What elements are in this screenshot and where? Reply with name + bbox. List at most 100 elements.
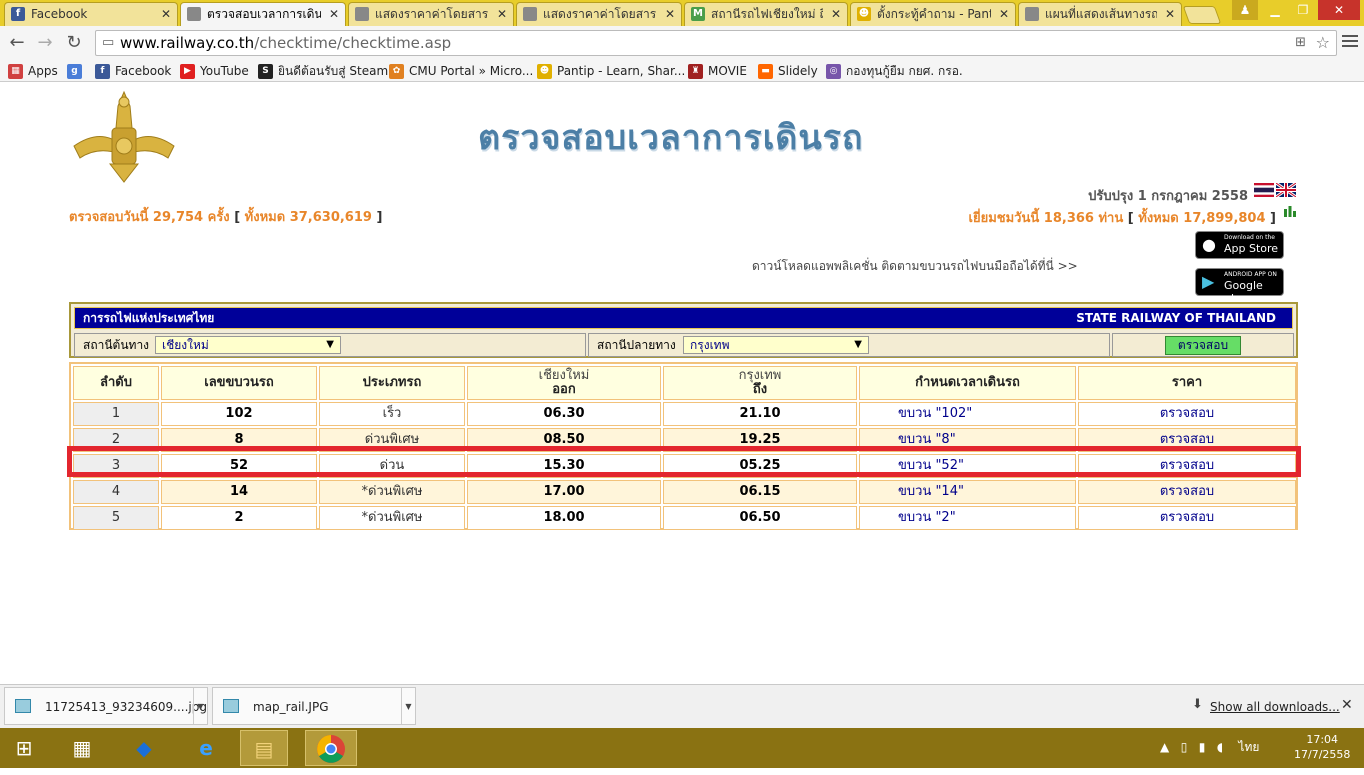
table-row: 5 2 *ด่วนพิเศษ 18.00 06.50 ขบวน "2" ตรวจสอบ (73, 506, 1296, 530)
download-filename: 11725413_93234609....jpg (45, 700, 207, 714)
browser-tab-strip: fFacebook✕ตรวจสอบเวลาการเดินรถ✕แสดงราคาค… (0, 0, 1364, 27)
chrome-icon[interactable] (305, 730, 357, 766)
close-icon[interactable]: ✕ (831, 3, 841, 25)
chevron-down-icon[interactable]: ▼ (401, 688, 415, 724)
arrive-heading: ถึง (752, 382, 768, 397)
bookmark-item[interactable]: ▦ Apps (8, 62, 58, 80)
header-english: STATE RAILWAY OF THAILAND (1076, 311, 1276, 325)
origin-select[interactable]: เชียงใหม่ ▼ (155, 336, 341, 354)
cell-timetable[interactable]: ขบวน "2" (859, 506, 1076, 530)
forward-icon[interactable]: → (34, 32, 56, 54)
windows-start-icon[interactable]: ⊞ (0, 730, 48, 766)
bookmark-item[interactable]: ▶ YouTube (180, 62, 249, 80)
volume-icon[interactable]: ◖ (1217, 740, 1223, 754)
cell-no: 4 (73, 480, 159, 504)
table-header-row: ลำดับ เลขขบวนรถ ประเภทรถ เชียงใหม่ ออก ก… (73, 366, 1296, 400)
destination-value: กรุงเทพ (690, 338, 730, 352)
google-play-badge[interactable]: ▶ ANDROID APP ON Google play (1195, 268, 1284, 305)
tab-2[interactable]: ตรวจสอบเวลาการเดินรถ ✕ (180, 2, 346, 27)
maximize-button[interactable]: ❐ (1290, 0, 1316, 20)
bracket-close: ] (376, 210, 383, 225)
input-language[interactable]: ไทย (1238, 740, 1259, 754)
close-icon[interactable]: ✕ (497, 3, 507, 25)
new-tab-button[interactable] (1182, 6, 1222, 24)
clock-time: 17:04 (1306, 733, 1339, 746)
uk-flag-icon[interactable] (1276, 183, 1296, 197)
tab-7[interactable]: แผนที่แสดงเส้นทางรถไฟ ✕ (1018, 2, 1182, 26)
tab-3[interactable]: แสดงราคาค่าโดยสาร -- ✕ (348, 2, 514, 26)
close-icon[interactable]: ✕ (665, 3, 675, 25)
url-path: /checktime/checktime.asp (254, 34, 452, 52)
chrome-menu-icon[interactable] (1342, 32, 1358, 50)
facebook-icon: f (95, 64, 110, 79)
bookmark-item[interactable]: ☻ Pantip - Learn, Shar... (537, 62, 685, 80)
close-icon[interactable]: ✕ (999, 3, 1009, 25)
battery-icon[interactable]: ▯ (1181, 740, 1188, 754)
thai-flag-icon[interactable] (1254, 183, 1274, 197)
check-button[interactable]: ตรวจสอบ (1165, 336, 1241, 355)
bookmark-star-icon[interactable]: ☆ (1316, 31, 1330, 55)
close-icon[interactable]: ✕ (329, 3, 339, 25)
cell-price[interactable]: ตรวจสอบ (1078, 506, 1296, 530)
reload-icon[interactable]: ↻ (63, 32, 85, 54)
google-icon: g (67, 64, 82, 79)
bookmark-item[interactable]: ◎ กองทุนกู้ยืม กยศ. กรอ. (826, 62, 963, 80)
col-price: ราคา (1078, 366, 1296, 400)
close-icon[interactable]: ✕ (1165, 3, 1175, 25)
cell-type: เร็ว (319, 402, 465, 426)
bracket-open: [ (234, 210, 241, 225)
schedule-search-form: การรถไฟแห่งประเทศไทย STATE RAILWAY OF TH… (69, 302, 1298, 358)
tab-1[interactable]: f Facebook ✕ (4, 2, 178, 26)
bookmark-item[interactable]: S ยินดีต้อนรับสู่ Steam (258, 62, 388, 80)
cell-type: *ด่วนพิเศษ (319, 480, 465, 504)
address-bar[interactable]: ▭ www.railway.co.th/checktime/checktime.… (95, 30, 1337, 56)
cell-price[interactable]: ตรวจสอบ (1078, 402, 1296, 426)
stats-chart-icon[interactable] (1283, 204, 1297, 218)
tray-arrow-icon[interactable]: ▲ (1160, 740, 1169, 754)
tab-4[interactable]: แสดงราคาค่าโดยสาร -- ✕ (516, 2, 682, 26)
system-tray: ▲ ▯ ▮ ◖ ไทย (1160, 738, 1259, 757)
bookmark-item[interactable]: f Facebook (95, 62, 171, 80)
page-info-icon: ▭ (102, 35, 115, 50)
bookmark-item[interactable]: ♜ MOVIE (688, 62, 747, 80)
col-type: ประเภทรถ (319, 366, 465, 400)
cell-depart: 06.30 (467, 402, 661, 426)
bookmark-label: YouTube (200, 64, 249, 78)
close-window-button[interactable]: ✕ (1318, 0, 1360, 20)
cell-price[interactable]: ตรวจสอบ (1078, 480, 1296, 504)
cell-arrive: 21.10 (663, 402, 857, 426)
back-icon[interactable]: ← (6, 32, 28, 54)
translate-icon[interactable]: ⊞ (1295, 31, 1306, 55)
store-tiles-icon[interactable]: ▦ (58, 730, 106, 766)
download-item[interactable]: map_rail.JPG ▼ (212, 687, 416, 725)
bookmark-item[interactable]: ✿ CMU Portal » Micro... (389, 62, 533, 80)
signal-icon[interactable]: ▮ (1199, 740, 1206, 754)
bookmark-item[interactable]: ▬ Slidely (758, 62, 818, 80)
dropbox-icon[interactable]: ◆ (120, 730, 168, 766)
cell-timetable[interactable]: ขบวน "102" (859, 402, 1076, 426)
show-all-downloads-link[interactable]: Show all downloads... (1210, 700, 1340, 714)
bracket-close: ] (1270, 211, 1276, 226)
internet-explorer-icon[interactable]: e (182, 730, 230, 766)
cell-timetable[interactable]: ขบวน "14" (859, 480, 1076, 504)
close-icon[interactable]: ✕ (161, 3, 171, 25)
cell-train: 102 (161, 402, 317, 426)
download-app-text[interactable]: ดาวน์โหลดแอพพลิเคชั่น ติดตามขบวนรถไฟบนมื… (752, 257, 1078, 276)
profile-icon[interactable]: ♟ (1232, 0, 1258, 20)
language-flags (1254, 183, 1298, 197)
download-item[interactable]: 11725413_93234609....jpg ▼ (4, 687, 208, 725)
table-row: 1 102 เร็ว 06.30 21.10 ขบวน "102" ตรวจสอบ (73, 402, 1296, 426)
app-store-badge[interactable]: ● Download on the App Store (1195, 231, 1284, 259)
chevron-down-icon[interactable]: ▼ (193, 688, 207, 724)
system-clock[interactable]: 17:04 17/7/2558 (1294, 732, 1350, 762)
tab-5[interactable]: M สถานีรถไฟเชียงใหม่ ถึง ที่ ✕ (684, 2, 848, 26)
file-explorer-icon[interactable]: ▤ (240, 730, 288, 766)
close-icon[interactable]: ✕ (1341, 697, 1353, 713)
bookmark-item[interactable]: g (67, 62, 87, 80)
steam-icon: S (258, 64, 273, 79)
tab-6[interactable]: ☻ ตั้งกระทู้คำถาม - Pantip ✕ (850, 2, 1016, 26)
header-thai: การรถไฟแห่งประเทศไทย (83, 311, 215, 325)
col-train: เลขขบวนรถ (161, 366, 317, 400)
minimize-button[interactable]: ▁ (1262, 0, 1288, 20)
destination-select[interactable]: กรุงเทพ ▼ (683, 336, 869, 354)
